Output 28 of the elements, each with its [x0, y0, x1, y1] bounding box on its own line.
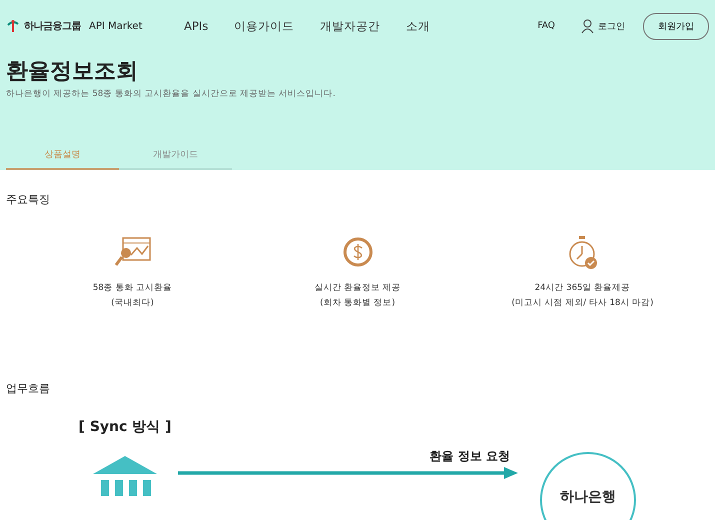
logo-icon: [6, 19, 20, 33]
flow-mode-title: [ Sync 방식 ]: [78, 418, 172, 436]
feature-text: 24시간 365일 환율제공: [534, 282, 630, 294]
brand-name[interactable]: 하나금융그룹: [24, 19, 81, 33]
nav-link[interactable]: APIs: [184, 18, 208, 34]
arrow-label: 환율 정보 요청: [430, 448, 510, 465]
feature-text: 58종 통화 고시환율: [92, 282, 172, 294]
faq-link[interactable]: FAQ: [538, 21, 555, 31]
nav-link[interactable]: 개발자공간: [320, 18, 380, 34]
nav-link[interactable]: 소개: [406, 18, 430, 34]
login-link[interactable]: 로그인: [598, 20, 625, 32]
section-heading: 업무흐름: [6, 381, 51, 396]
page-description: 하나은행이 제공하는 58종 통화의 고시환율을 실시간으로 제공받는 서비스입니다.: [6, 88, 336, 100]
magnifier-chart-icon: [114, 235, 150, 269]
feature-note: (국내최다): [111, 297, 154, 309]
building-icon: [93, 456, 157, 496]
user-icon: [581, 18, 594, 34]
stopwatch-check-icon: [568, 235, 598, 269]
page-title: 환율정보조회: [6, 58, 139, 86]
dollar-coin-icon: [342, 235, 372, 269]
feature-note: (회차 통화별 정보): [320, 297, 396, 309]
section-heading: 주요특징: [6, 192, 51, 207]
nav-link[interactable]: 이용가이드: [234, 18, 294, 34]
feature-text: 실시간 환율정보 제공: [314, 282, 401, 294]
bank-name: 하나은행: [560, 488, 616, 505]
product-name[interactable]: API Market: [89, 20, 142, 32]
feature-note: (미고시 시점 제외/ 타사 18시 마감): [512, 297, 654, 309]
signup-button[interactable]: 회원가입: [643, 12, 709, 40]
